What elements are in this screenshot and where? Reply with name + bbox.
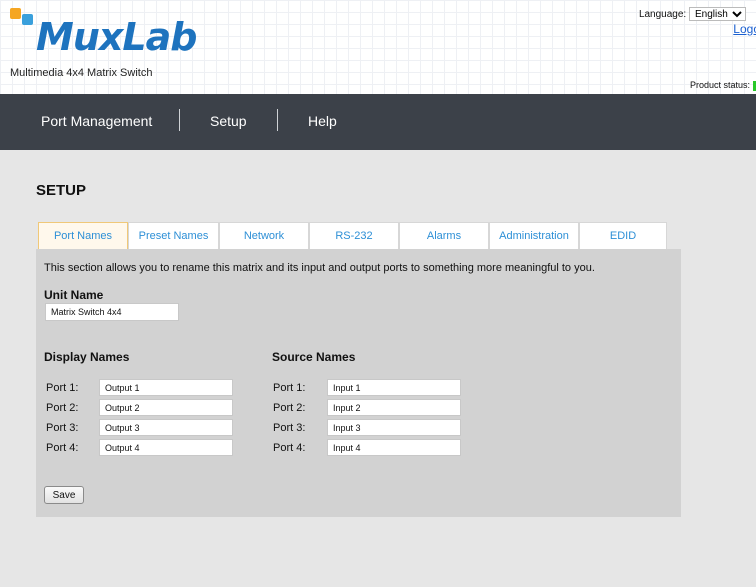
source-names-label: Source Names (272, 350, 356, 364)
language-label: Language: (638, 9, 687, 20)
display-port-4-label: Port 4: (46, 442, 79, 454)
header: MuxLab Multimedia 4x4 Matrix Switch Lang… (0, 0, 756, 94)
nav-setup[interactable]: Setup (210, 113, 247, 129)
save-button[interactable]: Save (44, 486, 84, 504)
muxlab-logo: MuxLab (8, 6, 208, 66)
tab-preset-names[interactable]: Preset Names (128, 222, 219, 249)
tab-edid[interactable]: EDID (579, 222, 667, 249)
nav-separator (179, 109, 180, 131)
logo-blue-square-icon (22, 14, 33, 25)
intro-text: This section allows you to rename this m… (44, 262, 595, 274)
source-port-3-input[interactable] (327, 419, 461, 436)
unit-name-input[interactable] (45, 303, 179, 321)
source-port-4-input[interactable] (327, 439, 461, 456)
product-status: Product status: (690, 80, 756, 91)
logout-link[interactable]: Logo (733, 22, 756, 36)
display-port-2-input[interactable] (99, 399, 233, 416)
display-port-1-label: Port 1: (46, 382, 79, 394)
main-nav: Port Management Setup Help (0, 94, 756, 150)
nav-help[interactable]: Help (308, 113, 337, 129)
tab-network[interactable]: Network (219, 222, 309, 249)
port-names-panel: This section allows you to rename this m… (36, 249, 681, 517)
page-title: SETUP (36, 182, 87, 199)
nav-separator (277, 109, 278, 131)
display-port-3-label: Port 3: (46, 422, 79, 434)
language-select[interactable]: English (689, 7, 746, 21)
source-port-4-label: Port 4: (273, 442, 306, 454)
display-port-4-input[interactable] (99, 439, 233, 456)
logo-orange-square-icon (10, 8, 21, 19)
source-port-2-input[interactable] (327, 399, 461, 416)
display-port-1-input[interactable] (99, 379, 233, 396)
nav-port-management[interactable]: Port Management (41, 113, 152, 129)
product-subtitle: Multimedia 4x4 Matrix Switch (10, 67, 153, 79)
tab-port-names[interactable]: Port Names (38, 222, 128, 249)
display-names-label: Display Names (44, 350, 130, 364)
tab-alarms[interactable]: Alarms (399, 222, 489, 249)
source-port-1-label: Port 1: (273, 382, 306, 394)
logo-text: MuxLab (36, 15, 197, 59)
language-selector: Language: English (639, 7, 746, 21)
source-port-1-input[interactable] (327, 379, 461, 396)
tab-rs-232[interactable]: RS-232 (309, 222, 399, 249)
display-port-2-label: Port 2: (46, 402, 79, 414)
source-port-3-label: Port 3: (273, 422, 306, 434)
unit-name-label: Unit Name (44, 288, 104, 302)
display-port-3-input[interactable] (99, 419, 233, 436)
source-port-2-label: Port 2: (273, 402, 306, 414)
product-status-label: Product status: (689, 80, 750, 90)
tab-administration[interactable]: Administration (489, 222, 579, 249)
